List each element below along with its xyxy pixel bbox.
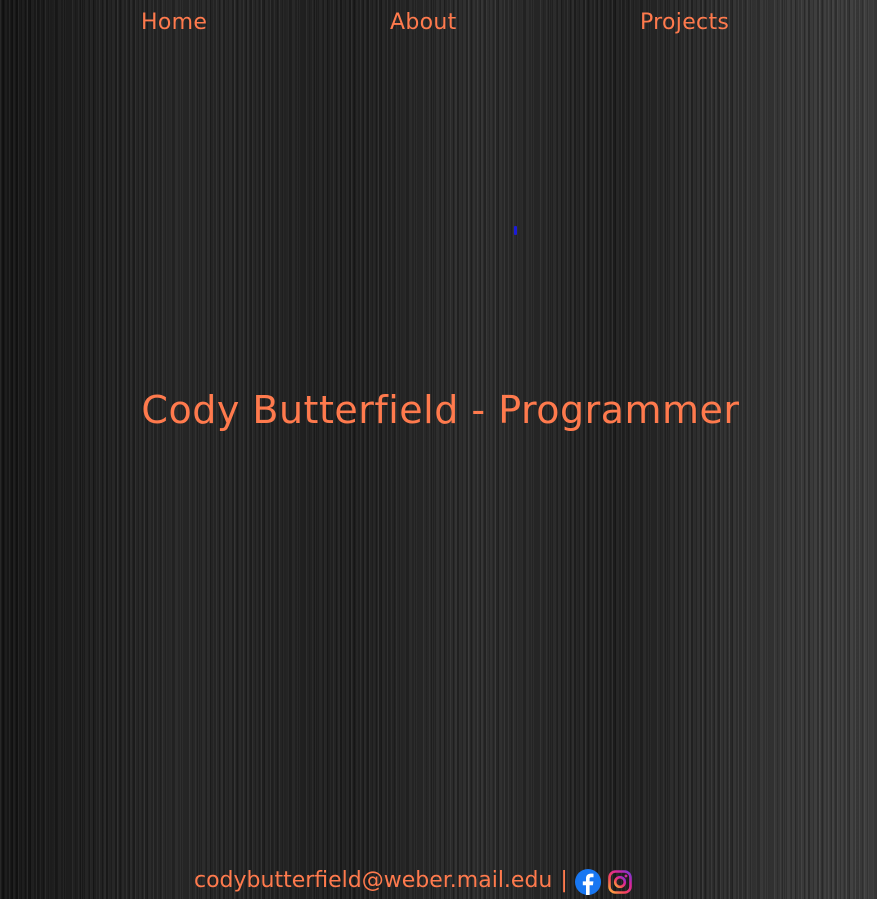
facebook-icon[interactable] [574,869,601,895]
nav-projects-link[interactable]: Projects [640,10,729,35]
decorative-mark [514,226,517,235]
footer: codybutterfield@weber.mail.edu | [194,868,633,899]
page-title: Cody Butterfield - Programmer [141,388,740,432]
email-link[interactable]: codybutterfield@weber.mail.edu [194,868,552,893]
instagram-icon[interactable] [607,869,633,895]
nav-home-link[interactable]: Home [141,10,207,35]
nav-about-link[interactable]: About [390,10,457,35]
footer-separator: | [560,868,568,893]
main-nav: Home About Projects [0,10,877,42]
